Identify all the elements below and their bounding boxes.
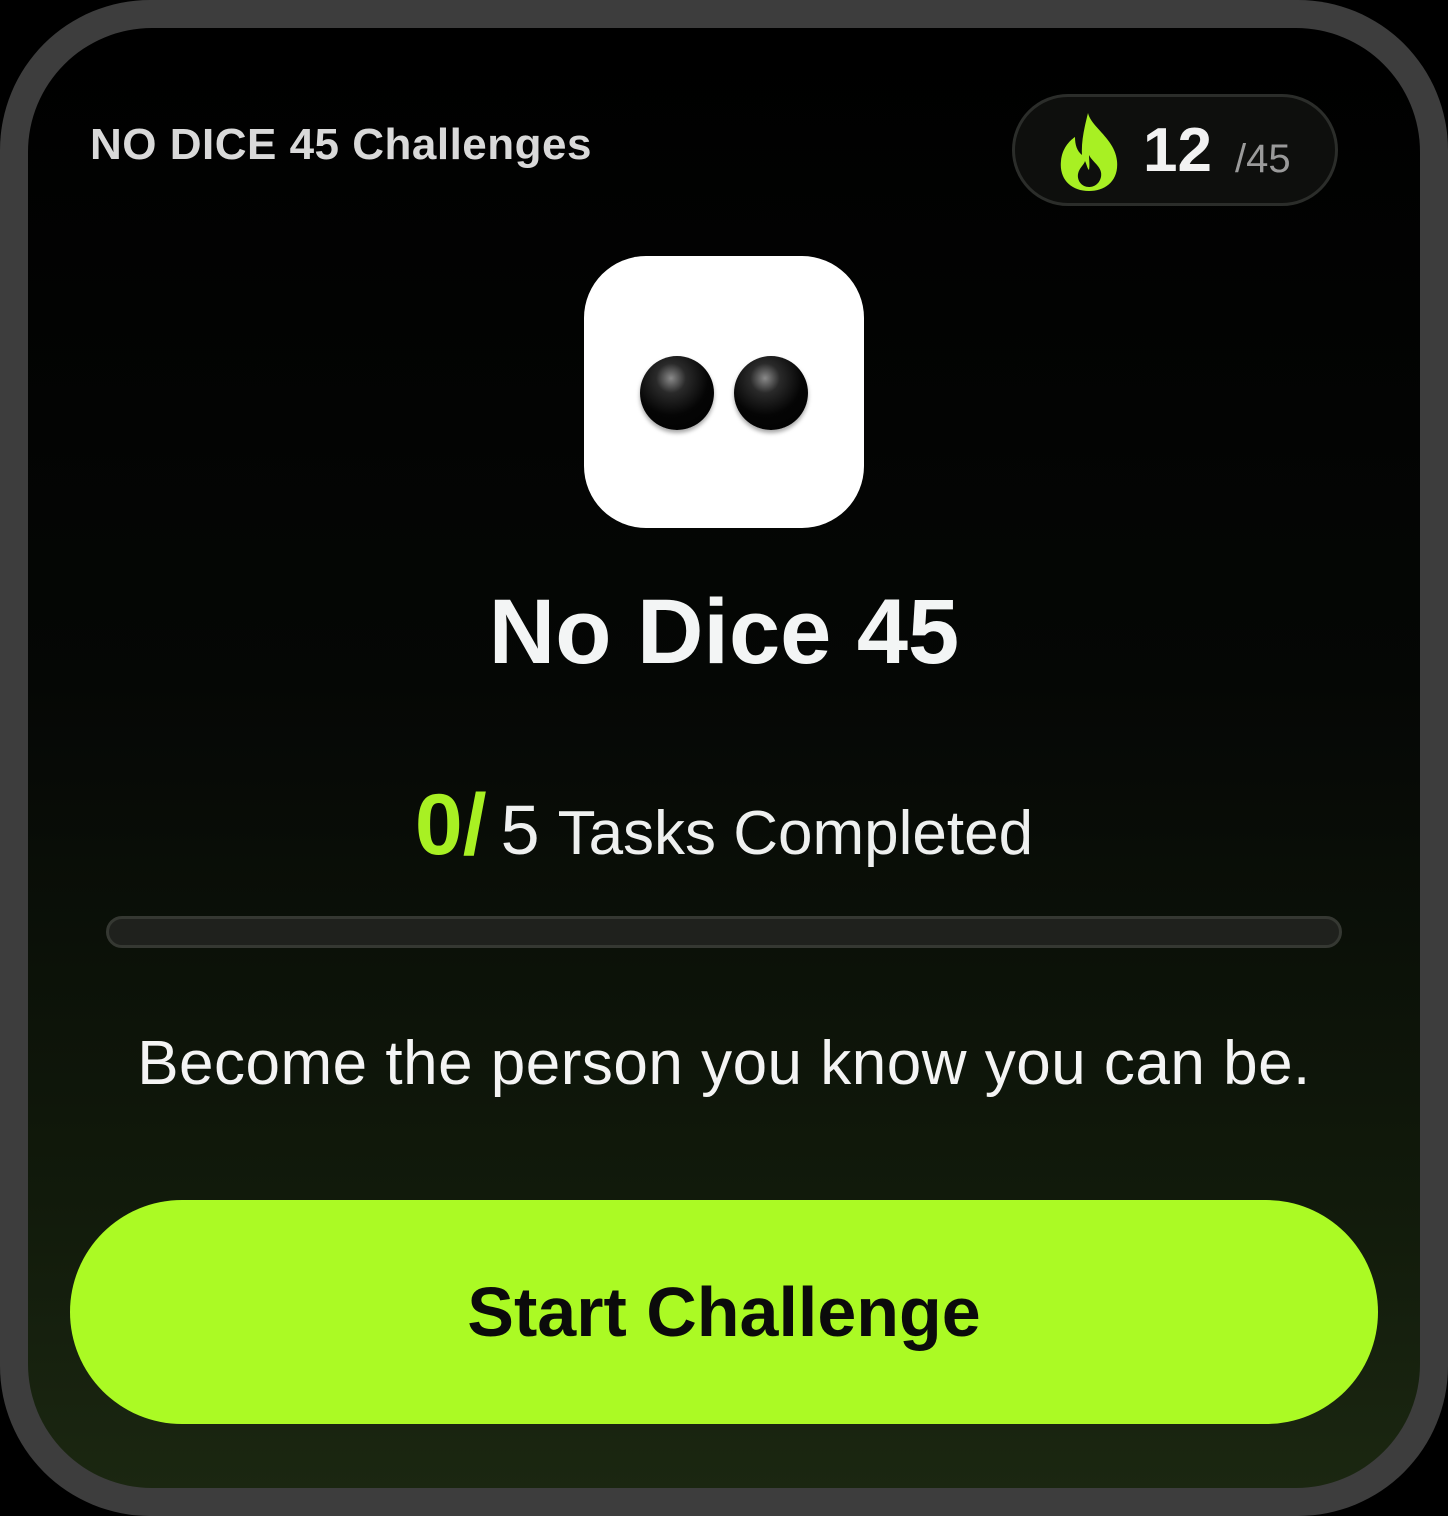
flame-icon [1060,113,1118,191]
progress-summary: 0/5 Tasks Completed [28,776,1420,875]
progress-total-count: 5 [500,791,540,869]
progress-label: Tasks Completed [557,799,1034,868]
progress-slash: / [462,777,487,873]
streak-badge: 12 /45 [1012,94,1338,206]
progress-bar [106,916,1342,948]
two-dots-icon [584,256,864,528]
streak-total: /45 [1235,137,1291,181]
streak-current: 12 [1143,116,1212,185]
header-title: NO DICE 45 Challenges [90,120,592,169]
dot-right [734,356,808,430]
dot-left [640,356,714,430]
tagline: Become the person you know you can be. [137,1029,1311,1098]
progress-done-count: 0 [414,777,463,873]
challenge-title: No Dice 45 [488,581,960,683]
widget-frame: NO DICE 45 Challenges 12 /45 No Dice 45 … [0,0,1448,1516]
start-challenge-button[interactable]: Start Challenge [70,1200,1378,1424]
challenge-card[interactable]: NO DICE 45 Challenges 12 /45 No Dice 45 … [28,28,1420,1488]
